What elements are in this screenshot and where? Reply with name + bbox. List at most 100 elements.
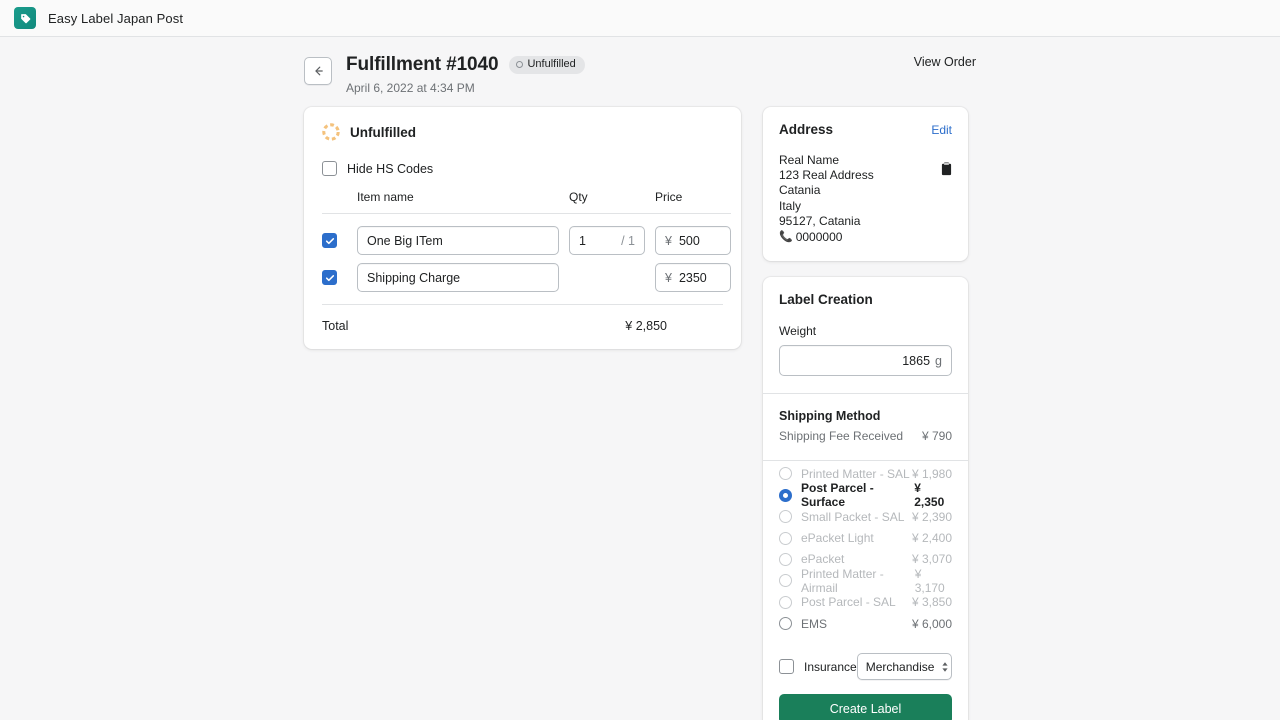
row-price-cell: ¥ 500 — [645, 213, 731, 263]
item-name-input[interactable]: Shipping Charge — [357, 263, 559, 292]
page: Fulfillment #1040 Unfulfilled April 6, 2… — [0, 37, 1280, 720]
table-header-row: Item name Qty Price — [322, 190, 731, 214]
radio-icon[interactable] — [779, 467, 792, 481]
label-creation-title: Label Creation — [779, 292, 873, 308]
address-edit-link[interactable]: Edit — [931, 123, 952, 137]
address-card: Address Edit Real Name 123 Real Address … — [763, 107, 968, 262]
circle-outline-icon — [516, 61, 524, 68]
phone-icon: 📞 — [779, 231, 793, 244]
total-label: Total — [322, 319, 349, 333]
view-order-link[interactable]: View Order — [914, 55, 976, 69]
shipping-method-name: Post Parcel - SAL — [801, 595, 896, 610]
radio-icon[interactable] — [779, 552, 792, 566]
shipping-method-price: ¥ 1,980 — [911, 466, 952, 481]
fulfillment-card: Unfulfilled Hide HS Codes Item name Qty … — [304, 107, 741, 349]
radio-icon[interactable] — [779, 531, 792, 545]
shipping-method-option[interactable]: Printed Matter - Airmail ¥ 3,170 — [779, 567, 952, 595]
qty-input[interactable]: 1 / 1 — [569, 226, 645, 255]
back-button[interactable] — [304, 57, 332, 85]
shipping-method-option[interactable]: ePacket Light ¥ 2,400 — [779, 527, 952, 548]
shipping-method-option[interactable]: Post Parcel - SAL ¥ 3,850 — [779, 592, 952, 613]
app-title: Easy Label Japan Post — [48, 10, 184, 26]
column-item-name: Item name — [357, 190, 414, 204]
radio-icon[interactable] — [779, 574, 792, 588]
table-row: One Big ITem 1 / 1 ¥ 500 — [322, 213, 731, 263]
address-street: 123 Real Address — [779, 168, 874, 183]
column-select — [322, 190, 337, 214]
label-creation-card: Label Creation Weight 1865 g Shipping Me… — [763, 277, 968, 720]
shipping-method-price: ¥ 3,850 — [911, 595, 952, 610]
row-qty-cell — [559, 263, 645, 300]
address-title: Address — [779, 122, 834, 137]
qty-value: 1 — [579, 233, 586, 248]
weight-label: Weight — [779, 324, 817, 339]
shipping-methods-list: Printed Matter - SAL ¥ 1,980 Post Parcel… — [763, 460, 968, 651]
radio-icon-selected[interactable] — [779, 488, 792, 502]
fulfillment-date: April 6, 2022 at 4:34 PM — [346, 81, 475, 95]
shipping-method-price: ¥ 2,350 — [914, 481, 945, 510]
currency-symbol: ¥ — [665, 270, 672, 285]
radio-icon[interactable] — [779, 510, 792, 524]
insurance-label: Insurance — [804, 659, 857, 674]
side-column: Address Edit Real Name 123 Real Address … — [763, 107, 968, 720]
column-price: Price — [655, 190, 683, 204]
row-checkbox[interactable] — [322, 270, 337, 285]
item-name-value: Shipping Charge — [367, 270, 461, 285]
hide-hs-codes-row[interactable]: Hide HS Codes — [322, 161, 723, 176]
create-label-button[interactable]: Create Label — [779, 694, 952, 720]
price-input[interactable]: ¥ 2350 — [655, 263, 731, 292]
address-name: Real Name — [779, 153, 840, 167]
radio-icon[interactable] — [779, 617, 792, 631]
fulfillment-status-label: Unfulfilled — [350, 124, 416, 140]
row-name-cell: Shipping Charge — [337, 263, 559, 300]
price-input[interactable]: ¥ 500 — [655, 226, 731, 255]
insurance-row: Insurance Merchandise — [763, 653, 968, 681]
address-city: Catania — [779, 183, 821, 198]
header-texts: Fulfillment #1040 Unfulfilled April 6, 2… — [346, 54, 585, 95]
shipping-method-name: Printed Matter - Airmail — [801, 566, 884, 595]
row-select-cell — [322, 213, 337, 263]
shipping-method-option[interactable]: EMS ¥ 6,000 — [779, 613, 952, 634]
insurance-checkbox[interactable] — [779, 659, 794, 675]
partial-circle-icon — [322, 123, 340, 141]
title-row: Fulfillment #1040 Unfulfilled — [346, 54, 585, 76]
page-title: Fulfillment #1040 — [346, 54, 499, 75]
hide-hs-codes-checkbox[interactable] — [322, 161, 337, 176]
shipping-method-price: ¥ 2,400 — [911, 531, 952, 546]
shipping-method-price: ¥ 2,390 — [911, 509, 952, 524]
currency-symbol: ¥ — [665, 233, 672, 248]
main-column: Unfulfilled Hide HS Codes Item name Qty … — [304, 107, 741, 349]
row-checkbox[interactable] — [322, 233, 337, 248]
row-price-cell: ¥ 2350 — [645, 263, 731, 300]
table-row: Shipping Charge ¥ 2350 — [322, 263, 731, 300]
shipping-method-name: ePacket — [801, 552, 845, 567]
address-phone: 0000000 — [795, 230, 843, 245]
weight-input[interactable]: 1865 g — [779, 345, 952, 377]
fulfillment-status: Unfulfilled — [322, 123, 723, 141]
content-columns: Unfulfilled Hide HS Codes Item name Qty … — [304, 107, 976, 720]
item-name-value: One Big ITem — [367, 233, 443, 248]
address-country: Italy — [779, 198, 802, 213]
shipping-method-option[interactable]: Post Parcel - Surface ¥ 2,350 — [779, 481, 952, 509]
page-header: Fulfillment #1040 Unfulfilled April 6, 2… — [304, 37, 976, 95]
shipping-fee-row: Shipping Fee Received ¥ 790 — [779, 429, 952, 443]
hide-hs-codes-label: Hide HS Codes — [347, 161, 434, 176]
shipping-method-name: Printed Matter - SAL — [801, 466, 910, 481]
chevron-updown-icon — [941, 661, 949, 673]
shipping-method-price: ¥ 6,000 — [911, 616, 952, 631]
total-value: ¥ 2,850 — [625, 319, 667, 333]
shipping-fee-value: ¥ 790 — [921, 429, 952, 444]
radio-icon[interactable] — [779, 595, 792, 609]
weight-value: 1865 — [902, 353, 931, 368]
arrow-left-icon — [315, 66, 323, 76]
item-name-input[interactable]: One Big ITem — [357, 226, 559, 255]
shipping-method-name: Post Parcel - Surface — [801, 481, 874, 510]
weight-section: Label Creation Weight 1865 g — [763, 277, 968, 393]
shipping-method-name: Small Packet - SAL — [801, 509, 905, 524]
content-type-select[interactable]: Merchandise — [856, 653, 952, 681]
shipping-method-name: EMS — [801, 616, 828, 631]
shipping-method-option[interactable]: Small Packet - SAL ¥ 2,390 — [779, 506, 952, 527]
clipboard-icon[interactable] — [941, 162, 952, 180]
address-body: Real Name 123 Real Address Catania Italy… — [779, 153, 952, 245]
shipping-method-name: ePacket Light — [801, 531, 874, 546]
